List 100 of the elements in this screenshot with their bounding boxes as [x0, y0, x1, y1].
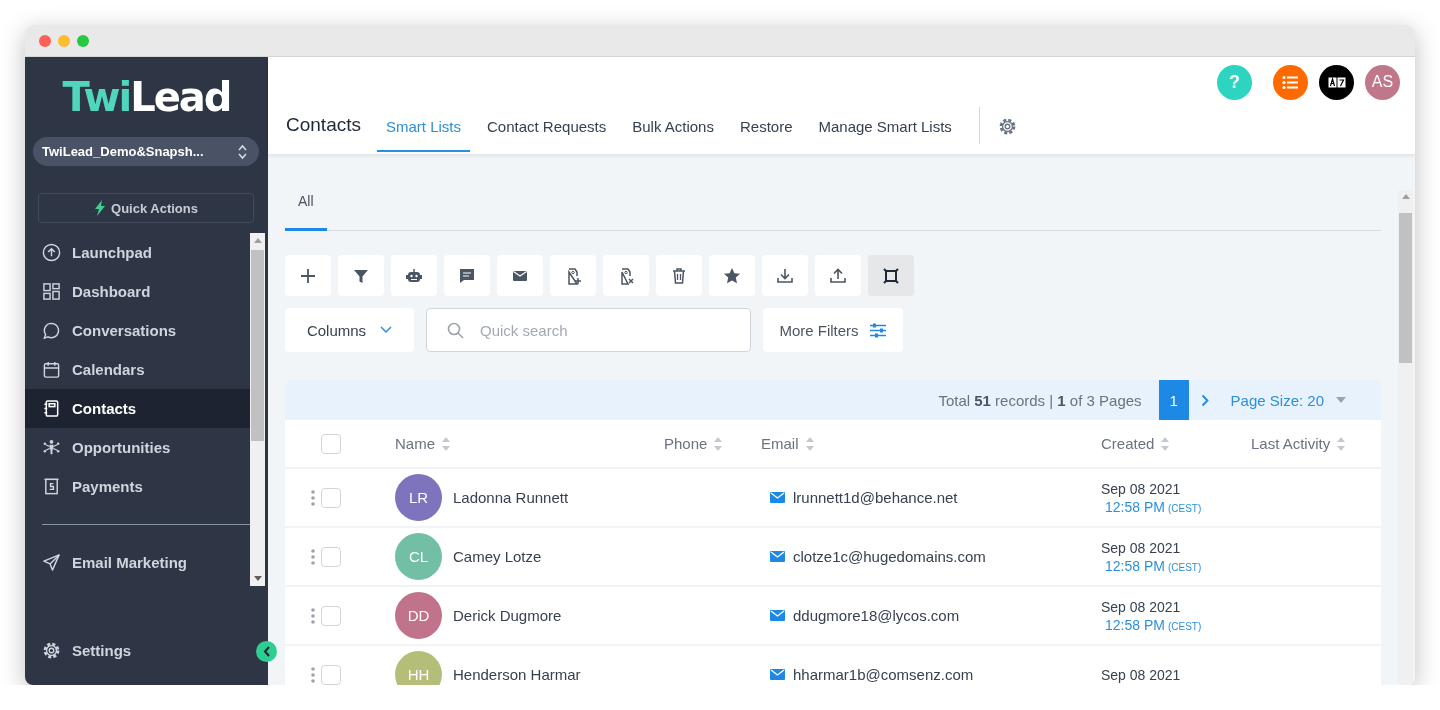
timezone-text: (CEST)	[1167, 502, 1202, 514]
date-text: Sep 08 2021	[1101, 480, 1182, 497]
nav-tab[interactable]: Smart Lists	[377, 99, 470, 152]
chevron-left-icon	[262, 646, 271, 657]
sidebar-item[interactable]: Launchpad	[25, 233, 250, 272]
sidebar-item[interactable]: Contacts	[25, 389, 250, 428]
notebook-icon	[42, 399, 61, 418]
column-header[interactable]: Email	[761, 435, 799, 452]
paper-plane-icon	[42, 553, 61, 572]
timezone-text: (CEST)	[1167, 620, 1202, 632]
chevron-down-icon	[380, 326, 393, 334]
sidebar-item[interactable]: Settings	[25, 631, 144, 670]
time-text: 12:58 PM	[1105, 616, 1165, 633]
lightning-icon	[94, 200, 107, 216]
sort-icon[interactable]	[713, 435, 724, 452]
maximize-window-icon[interactable]	[77, 34, 89, 47]
email-text[interactable]: hharmar1b@comsenz.com	[793, 666, 974, 683]
page-number-button[interactable]: 1	[1158, 380, 1189, 420]
sidebar-item[interactable]: Conversations	[25, 311, 250, 350]
column-header[interactable]: Last Activity	[1251, 435, 1331, 452]
list-tab[interactable]: All	[285, 185, 327, 231]
sliders-icon	[868, 322, 887, 338]
sort-icon[interactable]	[441, 435, 451, 452]
date-text: Sep 08 2021	[1101, 666, 1182, 683]
receipt-icon	[42, 477, 61, 496]
dots-icon[interactable]	[311, 548, 315, 565]
avatar: CL	[395, 533, 442, 580]
avatar: DD	[395, 592, 442, 639]
dots-icon[interactable]	[311, 666, 315, 683]
scrollbar[interactable]	[1398, 190, 1413, 685]
timezone-text: (CEST)	[1167, 561, 1202, 573]
contact-name[interactable]: Derick Dugmore	[453, 607, 562, 624]
list-button[interactable]	[1273, 64, 1308, 100]
toolbar-button[interactable]	[497, 255, 543, 296]
time-text: 12:58 PM	[1105, 498, 1165, 515]
search-input[interactable]: Quick search	[478, 320, 712, 340]
frame-icon	[881, 265, 901, 286]
sidebar-item[interactable]: Dashboard	[25, 272, 250, 311]
calendar-icon	[42, 360, 61, 379]
checkbox[interactable]	[321, 664, 341, 685]
sort-icon[interactable]	[1336, 435, 1347, 452]
scrollbar[interactable]	[250, 233, 265, 586]
translate-button[interactable]	[1319, 64, 1354, 100]
checkbox[interactable]	[321, 546, 341, 567]
close-window-icon[interactable]	[39, 34, 51, 47]
logo: TwiLead	[61, 73, 232, 122]
toolbar-button[interactable]	[285, 255, 331, 296]
column-header[interactable]: Phone	[664, 435, 708, 452]
search-field[interactable]: Quick search	[426, 308, 751, 352]
date-text: Sep 08 2021	[1101, 539, 1182, 556]
more-filters-button[interactable]: More Filters	[763, 308, 903, 352]
sidebar-item[interactable]: Email Marketing	[25, 543, 250, 582]
minimize-window-icon[interactable]	[58, 34, 70, 47]
dots-icon[interactable]	[311, 607, 315, 624]
sidebar-item[interactable]: Calendars	[25, 350, 250, 389]
checkbox[interactable]	[321, 605, 341, 626]
toolbar-button[interactable]	[444, 255, 490, 296]
sort-icon[interactable]	[1160, 435, 1171, 452]
toolbar-button[interactable]	[391, 255, 437, 296]
location-switcher[interactable]: TwiLead_Demo&Snapsh...	[33, 137, 259, 166]
quick-actions-button[interactable]: Quick Actions	[38, 193, 254, 223]
avatar: HH	[395, 651, 442, 685]
people-icon	[42, 438, 61, 457]
time-text: 12:58 PM	[1105, 557, 1165, 574]
contact-name[interactable]: Camey Lotze	[453, 548, 542, 565]
dots-icon[interactable]	[311, 489, 315, 506]
nav-tab[interactable]: Bulk Actions	[623, 99, 723, 152]
envelope-icon	[770, 610, 785, 621]
contact-name[interactable]: Ladonna Runnett	[453, 489, 569, 506]
column-header[interactable]: Name	[395, 435, 435, 452]
envelope-icon	[770, 551, 785, 562]
list-icon	[1282, 74, 1299, 90]
envelope-icon	[770, 492, 785, 503]
email-text[interactable]: ddugmore18@lycos.com	[793, 607, 960, 624]
toolbar-button[interactable]	[868, 255, 914, 296]
checkbox[interactable]	[321, 487, 341, 508]
nav-tab[interactable]: Manage Smart Lists	[809, 99, 961, 152]
page-title: Contacts	[286, 112, 361, 137]
sidebar-item[interactable]: Opportunities	[25, 428, 250, 467]
nav-tab[interactable]: Contact Requests	[478, 99, 616, 152]
contact-name[interactable]: Henderson Harmar	[453, 666, 581, 683]
date-text: Sep 08 2021	[1101, 598, 1182, 615]
email-text[interactable]: lrunnett1d@behance.net	[793, 489, 958, 506]
launchpad-icon	[42, 243, 61, 262]
records-summary: Total 51 records | 1 of 3 Pages	[938, 391, 1142, 409]
avatar: LR	[395, 474, 442, 521]
toolbar-button[interactable]	[338, 255, 384, 296]
translate-icon	[1327, 76, 1346, 88]
toolbar-button[interactable]	[709, 255, 755, 296]
column-header[interactable]: Created	[1101, 435, 1155, 452]
caret-down-icon	[1336, 397, 1346, 403]
dashboard-icon	[42, 282, 61, 301]
sidebar-item[interactable]: Payments	[25, 467, 250, 506]
search-icon	[447, 321, 464, 339]
checkbox[interactable]	[321, 433, 341, 454]
columns-button[interactable]: Columns	[285, 308, 414, 352]
nav-tab[interactable]: Restore	[730, 99, 802, 152]
sort-icon[interactable]	[804, 435, 815, 452]
email-text[interactable]: clotze1c@hugedomains.com	[793, 548, 986, 565]
chevron-right-icon[interactable]	[1200, 393, 1209, 407]
